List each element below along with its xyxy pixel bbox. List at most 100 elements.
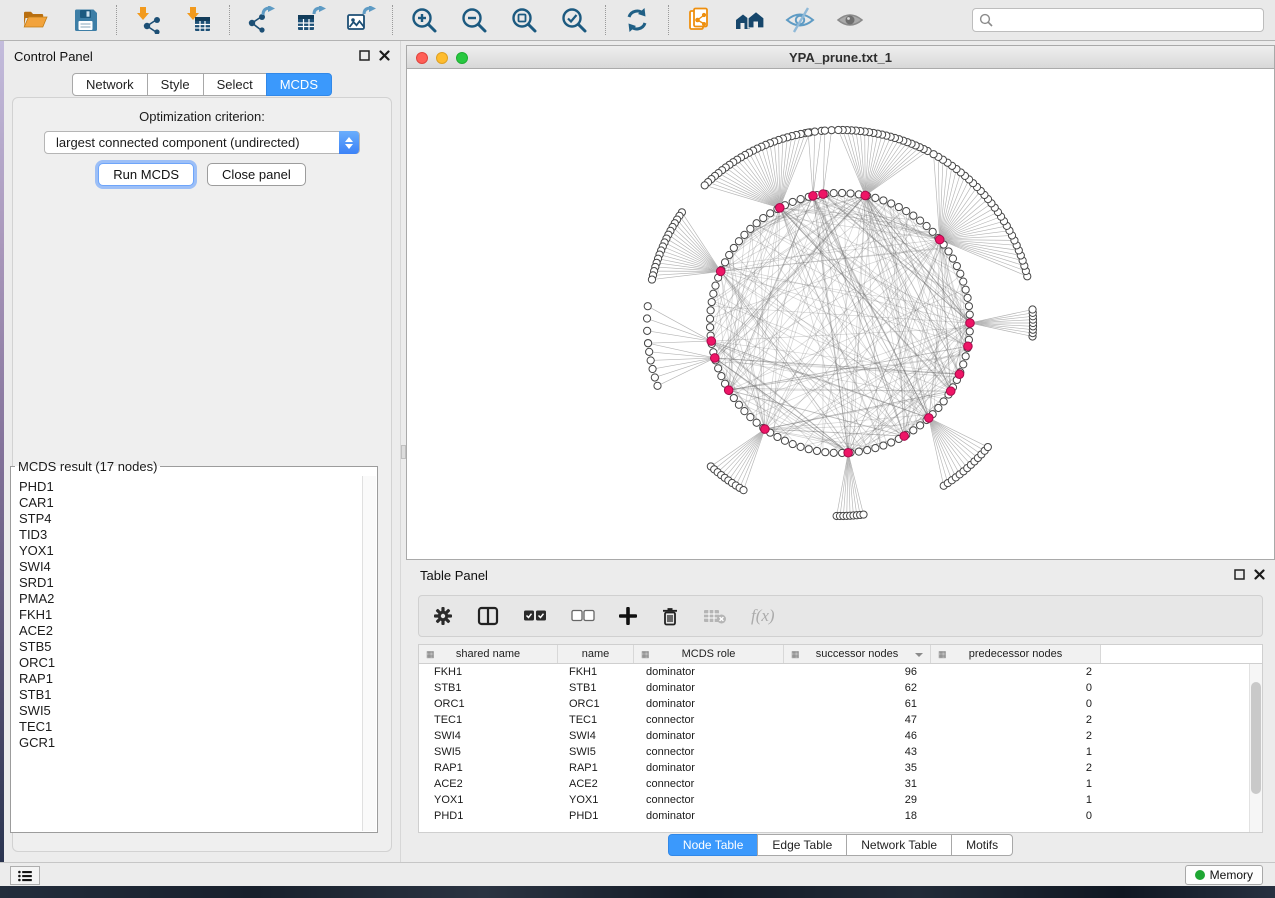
show-hidden-button[interactable] xyxy=(832,3,868,37)
cell-predecessor-nodes[interactable]: 1 xyxy=(931,792,1101,808)
create-column-button[interactable] xyxy=(619,607,637,625)
mcds-result-item[interactable]: SRD1 xyxy=(19,575,361,591)
export-table-button[interactable] xyxy=(293,3,329,37)
export-image-button[interactable] xyxy=(343,3,379,37)
import-network-button[interactable] xyxy=(130,3,166,37)
cell-predecessor-nodes[interactable]: 1 xyxy=(931,776,1101,792)
cell-successor-nodes[interactable]: 47 xyxy=(784,712,931,728)
cell-MCDS-role[interactable]: connector xyxy=(634,792,784,808)
table-split-view-button[interactable] xyxy=(477,606,499,626)
cell-name[interactable]: YOX1 xyxy=(558,792,634,808)
mcds-result-item[interactable]: STB5 xyxy=(19,639,361,655)
cell-name[interactable]: SWI4 xyxy=(558,728,634,744)
run-mcds-button[interactable]: Run MCDS xyxy=(98,163,194,186)
cell-shared-name[interactable]: PHD1 xyxy=(419,808,558,824)
table-body[interactable]: FKH1FKH1dominator962STB1STB1dominator620… xyxy=(419,664,1262,824)
tab-network-table[interactable]: Network Table xyxy=(846,834,952,856)
refresh-button[interactable] xyxy=(619,3,655,37)
zoom-out-button[interactable] xyxy=(456,3,492,37)
close-panel-icon[interactable] xyxy=(1254,569,1265,580)
table-row[interactable]: PHD1PHD1dominator180 xyxy=(419,808,1262,824)
mcds-result-item[interactable]: FKH1 xyxy=(19,607,361,623)
show-all-button[interactable] xyxy=(732,3,768,37)
column-header-predecessor-nodes[interactable]: ▦predecessor nodes xyxy=(931,645,1101,663)
column-header-shared-name[interactable]: ▦shared name xyxy=(419,645,558,663)
open-session-button[interactable] xyxy=(17,3,53,37)
mcds-result-item[interactable]: ORC1 xyxy=(19,655,361,671)
cell-name[interactable]: RAP1 xyxy=(558,760,634,776)
cell-predecessor-nodes[interactable]: 2 xyxy=(931,664,1101,680)
column-header-MCDS-role[interactable]: ▦MCDS role xyxy=(634,645,784,663)
import-table-button[interactable] xyxy=(180,3,216,37)
clone-network-button[interactable] xyxy=(682,3,718,37)
mcds-result-item[interactable]: TID3 xyxy=(19,527,361,543)
table-row[interactable]: ACE2ACE2connector311 xyxy=(419,776,1262,792)
cell-successor-nodes[interactable]: 18 xyxy=(784,808,931,824)
cell-predecessor-nodes[interactable]: 2 xyxy=(931,728,1101,744)
tab-style[interactable]: Style xyxy=(147,73,204,96)
mcds-result-item[interactable]: SWI4 xyxy=(19,559,361,575)
mcds-result-item[interactable]: GCR1 xyxy=(19,735,361,751)
close-panel-icon[interactable] xyxy=(379,50,390,61)
table-row[interactable]: SWI4SWI4dominator462 xyxy=(419,728,1262,744)
cell-predecessor-nodes[interactable]: 0 xyxy=(931,808,1101,824)
tab-select[interactable]: Select xyxy=(203,73,267,96)
cell-name[interactable]: STB1 xyxy=(558,680,634,696)
cell-name[interactable]: ORC1 xyxy=(558,696,634,712)
tab-mcds[interactable]: MCDS xyxy=(266,73,332,96)
cell-predecessor-nodes[interactable]: 0 xyxy=(931,696,1101,712)
table-row[interactable]: ORC1ORC1dominator610 xyxy=(419,696,1262,712)
save-session-button[interactable] xyxy=(67,3,103,37)
cell-successor-nodes[interactable]: 35 xyxy=(784,760,931,776)
cell-predecessor-nodes[interactable]: 2 xyxy=(931,760,1101,776)
mcds-result-item[interactable]: ACE2 xyxy=(19,623,361,639)
cell-successor-nodes[interactable]: 29 xyxy=(784,792,931,808)
table-scrollbar-thumb[interactable] xyxy=(1251,682,1261,794)
cell-successor-nodes[interactable]: 62 xyxy=(784,680,931,696)
float-panel-icon[interactable] xyxy=(1234,569,1245,580)
cell-MCDS-role[interactable]: dominator xyxy=(634,760,784,776)
cell-name[interactable]: FKH1 xyxy=(558,664,634,680)
cell-MCDS-role[interactable]: connector xyxy=(634,744,784,760)
table-scrollbar[interactable] xyxy=(1249,664,1262,832)
mcds-result-item[interactable]: PHD1 xyxy=(19,479,361,495)
optimization-criterion-select[interactable]: largest connected component (undirected) xyxy=(44,131,360,154)
cell-shared-name[interactable]: SWI4 xyxy=(419,728,558,744)
column-header-name[interactable]: name xyxy=(558,645,634,663)
cell-shared-name[interactable]: STB1 xyxy=(419,680,558,696)
cell-shared-name[interactable]: TEC1 xyxy=(419,712,558,728)
mcds-result-item[interactable]: YOX1 xyxy=(19,543,361,559)
tab-edge-table[interactable]: Edge Table xyxy=(757,834,847,856)
cell-shared-name[interactable]: RAP1 xyxy=(419,760,558,776)
table-settings-button[interactable] xyxy=(433,606,453,626)
cell-MCDS-role[interactable]: dominator xyxy=(634,808,784,824)
mcds-result-item[interactable]: RAP1 xyxy=(19,671,361,687)
cell-MCDS-role[interactable]: dominator xyxy=(634,664,784,680)
cell-MCDS-role[interactable]: connector xyxy=(634,712,784,728)
column-header-successor-nodes[interactable]: ▦successor nodes xyxy=(784,645,931,663)
cell-name[interactable]: PHD1 xyxy=(558,808,634,824)
select-all-button[interactable] xyxy=(523,609,547,623)
zoom-selected-button[interactable] xyxy=(556,3,592,37)
delete-column-button[interactable] xyxy=(661,606,679,626)
cell-MCDS-role[interactable]: dominator xyxy=(634,728,784,744)
cell-successor-nodes[interactable]: 31 xyxy=(784,776,931,792)
mcds-result-item[interactable]: TEC1 xyxy=(19,719,361,735)
search-input[interactable] xyxy=(972,8,1264,32)
cell-shared-name[interactable]: FKH1 xyxy=(419,664,558,680)
cell-predecessor-nodes[interactable]: 0 xyxy=(931,680,1101,696)
tab-node-table[interactable]: Node Table xyxy=(668,834,759,856)
table-row[interactable]: RAP1RAP1dominator352 xyxy=(419,760,1262,776)
cell-MCDS-role[interactable]: dominator xyxy=(634,696,784,712)
tab-motifs[interactable]: Motifs xyxy=(951,834,1013,856)
cell-successor-nodes[interactable]: 61 xyxy=(784,696,931,712)
memory-button[interactable]: Memory xyxy=(1185,865,1263,885)
table-row[interactable]: FKH1FKH1dominator962 xyxy=(419,664,1262,680)
cell-successor-nodes[interactable]: 46 xyxy=(784,728,931,744)
mcds-list-scrollbar[interactable] xyxy=(362,476,376,831)
mcds-result-item[interactable]: PMA2 xyxy=(19,591,361,607)
cell-MCDS-role[interactable]: dominator xyxy=(634,680,784,696)
mcds-result-item[interactable]: STP4 xyxy=(19,511,361,527)
tab-network[interactable]: Network xyxy=(72,73,148,96)
table-row[interactable]: YOX1YOX1connector291 xyxy=(419,792,1262,808)
